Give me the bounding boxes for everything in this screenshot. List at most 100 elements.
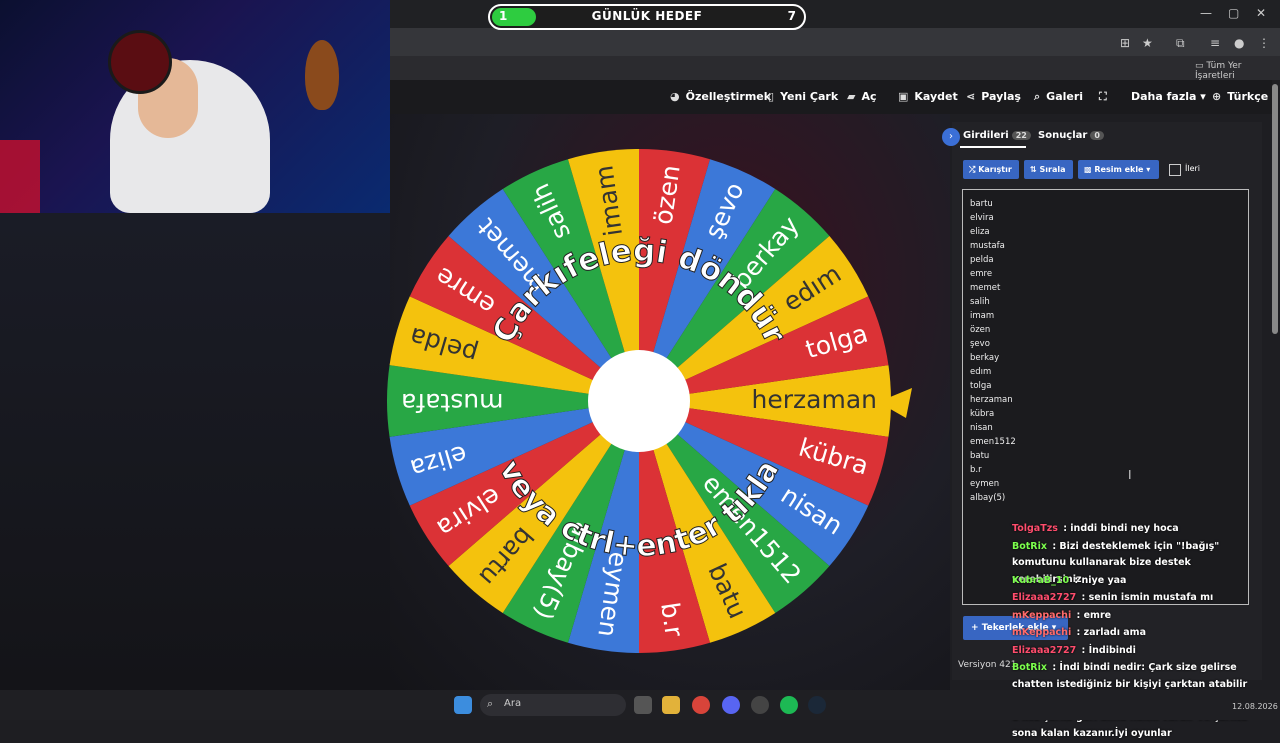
chat-username: Elizaaa2727 (1012, 592, 1077, 603)
tab-entries[interactable]: Girdileri 22 (963, 130, 1031, 141)
webcam-overlay (0, 0, 390, 213)
all-bookmarks-label: Tüm Yer İşaretleri (1195, 61, 1242, 81)
chat-username: BotRix (1012, 662, 1048, 673)
wheel-slice-label: herzaman (752, 385, 877, 414)
entry-line: tolga (970, 381, 992, 391)
entry-line: eymen (970, 479, 1000, 489)
image-icon: ▩ (1084, 165, 1092, 174)
advanced-label: İleri (1185, 164, 1201, 173)
chat-text: : emre (1073, 609, 1112, 621)
advanced-checkbox[interactable] (1169, 164, 1181, 176)
spin-wheel[interactable]: herzaman kübra nisan emen1512 batu b.r eymen al… (386, 148, 892, 658)
chat-text: : İndibindi (1078, 644, 1136, 656)
channel-logo (108, 30, 172, 94)
chrome-icon[interactable] (692, 696, 710, 714)
windows-start-icon[interactable] (454, 696, 472, 714)
chat-text: : inddi bindi ney hoca (1059, 523, 1179, 534)
chat-message: TolgaTzs : inddi bindi ney hoca (1012, 521, 1262, 538)
wheel-pointer (876, 386, 914, 424)
more-label: Daha fazla (1131, 90, 1197, 103)
tab-results[interactable]: Sonuçlar 0 (1038, 130, 1104, 141)
menu-icon[interactable]: ⋮ (1258, 36, 1270, 50)
chat-message: Elizaaa2727 : İndibindi (1012, 643, 1262, 660)
open-label: Aç (861, 90, 877, 103)
entry-line: salih (970, 297, 990, 307)
new-wheel-button[interactable]: ▯ Yeni Çark (768, 90, 838, 103)
entry-line: kübra (970, 409, 995, 419)
save-button[interactable]: ▣ Kaydet (898, 90, 958, 103)
entry-line: şevo (970, 339, 990, 349)
background-left (0, 213, 390, 690)
file-explorer-icon[interactable] (662, 696, 680, 714)
entry-line: memet (970, 283, 1001, 293)
tab-entries-label: Girdileri (963, 130, 1009, 141)
shuffle-label: Karıştır (978, 165, 1012, 174)
chat-username: mKeppachi (1012, 627, 1072, 638)
profile-avatar-icon[interactable]: ● (1234, 36, 1244, 50)
wheel-center[interactable] (588, 350, 690, 452)
sort-button[interactable]: ⇅ Sırala (1024, 160, 1073, 179)
customize-button[interactable]: ◕ Özelleştirmek (670, 90, 771, 103)
entry-line: elvira (970, 213, 994, 223)
sort-icon: ⇅ (1030, 165, 1037, 174)
add-image-button[interactable]: ▩ Resim ekle ▾ (1078, 160, 1159, 179)
minimize-icon[interactable]: — (1200, 6, 1212, 20)
all-bookmarks-link[interactable]: ▭ Tüm Yer İşaretleri (1195, 61, 1280, 81)
gallery-label: Galeri (1046, 90, 1084, 103)
entry-line: emre (970, 269, 993, 279)
caret-down-icon: ▾ (1146, 165, 1151, 174)
collapse-panel-icon[interactable]: › (942, 128, 960, 146)
close-icon[interactable]: ✕ (1256, 6, 1266, 20)
daily-goal-target: 7 (787, 9, 796, 23)
chat-text: : niye yaa (1071, 574, 1127, 586)
entry-line: batu (970, 451, 990, 461)
restore-icon[interactable]: ▢ (1228, 6, 1239, 20)
share-button[interactable]: ⋖ Paylaş (966, 90, 1021, 103)
discord-icon[interactable] (722, 696, 740, 714)
save-label: Kaydet (914, 90, 958, 103)
wheel-svg[interactable]: herzamankübranisanemen1512batub.reymenal… (386, 148, 892, 654)
language-label: Türkçe (1227, 90, 1269, 103)
globe-icon: ⊕ (1212, 90, 1222, 103)
share-icon: ⋖ (966, 90, 976, 103)
tab-results-label: Sonuçlar (1038, 130, 1088, 141)
taskbar-search[interactable]: ⌕ Ara (480, 694, 626, 716)
folder-icon: ▰ (847, 90, 856, 103)
fullscreen-button[interactable]: ⛶ (1099, 90, 1113, 104)
chat-message: mKeppachi : zarladı ama (1012, 625, 1262, 642)
language-button[interactable]: ⊕ Türkçe (1212, 90, 1268, 103)
entry-line: imam (970, 311, 995, 321)
chat-username: TolgaTzs (1012, 523, 1058, 534)
steam-icon[interactable] (808, 696, 826, 714)
entry-line: albay(5) (970, 493, 1006, 503)
shuffle-button[interactable]: ⤮ Karıştır (963, 160, 1019, 179)
entry-line: berkay (970, 353, 1000, 363)
obs-icon[interactable] (751, 696, 769, 714)
gallery-button[interactable]: ⌕ Galeri (1034, 90, 1083, 104)
shuffle-icon: ⤮ (969, 165, 976, 174)
more-button[interactable]: Daha fazla ▾ (1131, 90, 1206, 103)
entry-line: eliza (970, 227, 990, 237)
palette-icon: ◕ (670, 90, 680, 103)
active-tab-indicator (960, 146, 1026, 148)
star-icon[interactable]: ★ (1142, 36, 1153, 50)
translate-icon[interactable]: ⊞ (1120, 36, 1130, 50)
extensions-icon[interactable]: ⧉ (1176, 36, 1185, 51)
entry-line: emen1512 (970, 437, 1016, 447)
version-text: Versiyon 421 (958, 660, 1017, 670)
results-count-badge: 0 (1090, 131, 1104, 140)
new-wheel-label: Yeni Çark (780, 90, 839, 103)
chat-message: KubraB_10 : niye yaa (1012, 573, 1262, 590)
task-view-icon[interactable] (634, 696, 652, 714)
entry-line: nisan (970, 423, 993, 433)
entry-line: b.r (970, 465, 982, 475)
entry-line: edım (970, 367, 992, 377)
media-icon[interactable]: ≡ (1210, 36, 1220, 50)
page-scrollbar[interactable] (1272, 84, 1278, 334)
chat-message: mKeppachi : emre (1012, 608, 1262, 625)
open-button[interactable]: ▰ Aç (847, 90, 877, 103)
entry-line: herzaman (970, 395, 1013, 405)
document-icon: ▯ (768, 90, 775, 103)
guitar-decoration (305, 40, 339, 110)
spotify-icon[interactable] (780, 696, 798, 714)
